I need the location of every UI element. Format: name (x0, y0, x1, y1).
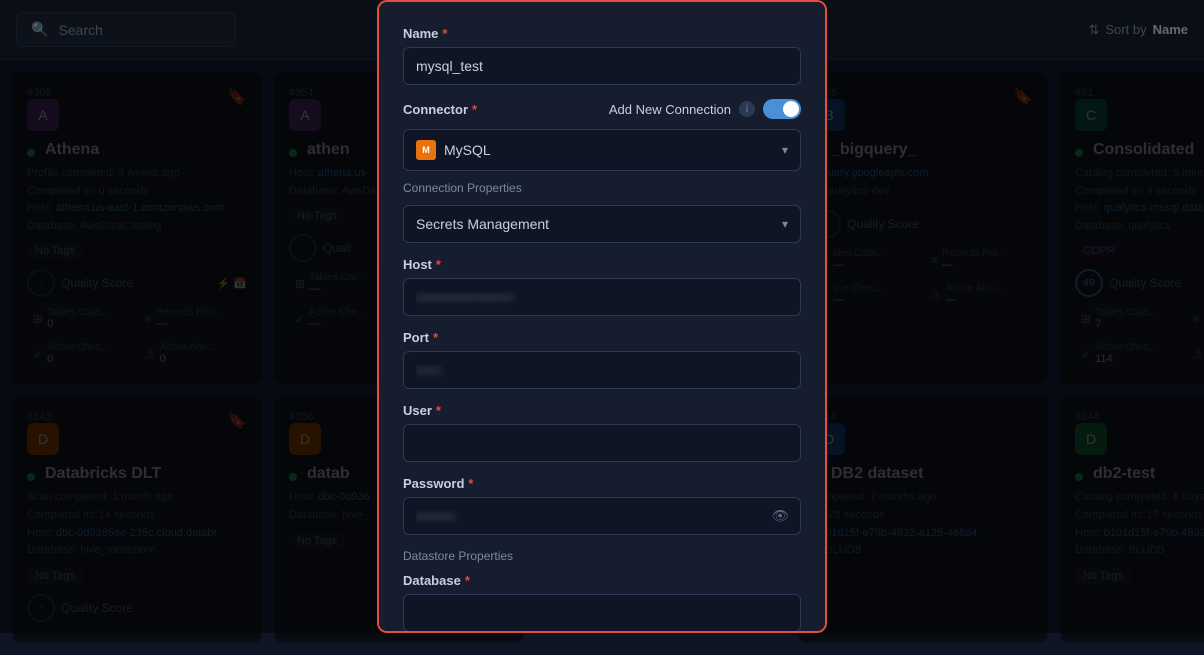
modal-overlay: Name * Connector * Add New Connection i … (0, 0, 1204, 633)
eye-off-icon[interactable]: 👁 (771, 508, 789, 525)
port-label: Port * (403, 330, 801, 345)
required-marker: * (465, 573, 470, 588)
chevron-down-icon: ▾ (782, 217, 788, 231)
required-marker: * (436, 257, 441, 272)
port-input[interactable] (403, 351, 801, 389)
host-input[interactable] (403, 278, 801, 316)
password-input[interactable] (403, 497, 801, 535)
connector-select[interactable]: M MySQL ▾ (403, 129, 801, 171)
required-marker: * (442, 26, 447, 41)
required-marker: * (436, 403, 441, 418)
info-icon[interactable]: i (739, 101, 755, 117)
toggle-add-connection[interactable] (763, 99, 801, 119)
name-label: Name * (403, 26, 801, 41)
password-wrapper: 👁 (403, 497, 801, 535)
required-marker: * (468, 476, 473, 491)
user-input[interactable] (403, 424, 801, 462)
required-marker: * (472, 102, 477, 117)
connector-label: Connector * (403, 102, 477, 117)
connector-value: MySQL (444, 142, 491, 158)
connector-select-inner: M MySQL (416, 140, 491, 160)
add-connection-row: Add New Connection i (609, 99, 801, 119)
secrets-value: Secrets Management (416, 216, 549, 232)
datastore-properties-label: Datastore Properties (403, 549, 801, 563)
connection-properties-label: Connection Properties (403, 181, 801, 195)
user-label: User * (403, 403, 801, 418)
database-input[interactable] (403, 594, 801, 632)
database-label: Database * (403, 573, 801, 588)
required-marker: * (433, 330, 438, 345)
modal-form: Name * Connector * Add New Connection i … (377, 0, 827, 633)
host-label: Host * (403, 257, 801, 272)
connector-row: Connector * Add New Connection i (403, 99, 801, 119)
secrets-select[interactable]: Secrets Management ▾ (403, 205, 801, 243)
password-label: Password * (403, 476, 801, 491)
add-connection-label: Add New Connection (609, 102, 731, 117)
mysql-icon: M (416, 140, 436, 160)
name-input[interactable] (403, 47, 801, 85)
chevron-down-icon: ▾ (782, 143, 788, 157)
